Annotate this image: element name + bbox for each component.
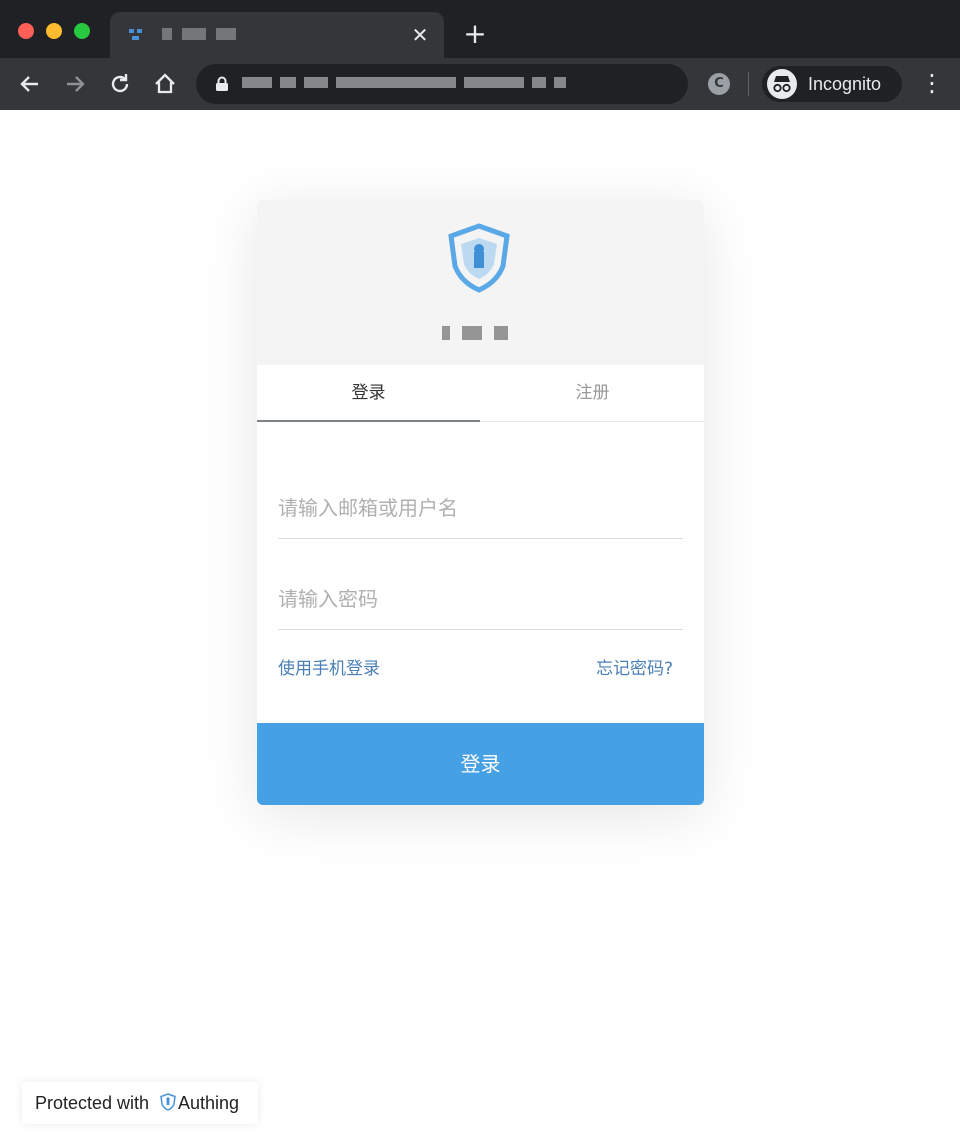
phone-login-link[interactable]: 使用手机登录 bbox=[278, 654, 380, 679]
authing-shield-icon bbox=[160, 1093, 176, 1111]
close-tab-icon[interactable]: ✕ bbox=[410, 25, 430, 45]
lock-icon bbox=[216, 76, 228, 91]
address-bar[interactable] bbox=[196, 64, 688, 104]
login-card: 登录 注册 使用手机登录 忘记密码? 登录 bbox=[257, 200, 704, 805]
close-window-button[interactable] bbox=[18, 23, 34, 39]
reload-button[interactable] bbox=[106, 70, 134, 98]
forward-button[interactable] bbox=[61, 70, 89, 98]
password-input[interactable] bbox=[278, 569, 683, 630]
new-tab-button[interactable]: + bbox=[462, 20, 488, 48]
login-button[interactable]: 登录 bbox=[257, 723, 704, 805]
home-button[interactable] bbox=[151, 70, 179, 98]
arrow-left-icon bbox=[20, 76, 38, 92]
badge-brand: Authing bbox=[178, 1093, 240, 1113]
incognito-label: Incognito bbox=[808, 74, 882, 94]
favicon-icon bbox=[129, 29, 142, 40]
extension-button[interactable]: C bbox=[708, 73, 730, 95]
home-icon bbox=[155, 73, 175, 94]
minimize-window-button[interactable] bbox=[46, 23, 62, 39]
tab-title-redacted bbox=[162, 28, 402, 42]
incognito-icon bbox=[767, 69, 797, 99]
arrow-right-icon bbox=[67, 76, 85, 92]
browser-tab[interactable]: ✕ bbox=[110, 12, 444, 58]
tab-login[interactable]: 登录 bbox=[257, 365, 480, 422]
toolbar-divider bbox=[748, 72, 749, 96]
shield-logo-icon bbox=[448, 223, 510, 293]
forgot-password-link[interactable]: 忘记密码? bbox=[596, 654, 673, 679]
username-input[interactable] bbox=[278, 478, 683, 539]
auth-tabs: 登录 注册 bbox=[257, 365, 704, 422]
incognito-indicator[interactable]: Incognito bbox=[762, 66, 902, 102]
url-redacted bbox=[242, 77, 672, 91]
protected-badge[interactable]: Protected with Authing bbox=[22, 1082, 258, 1124]
maximize-window-button[interactable] bbox=[74, 23, 90, 39]
browser-menu-button[interactable]: ⋮ bbox=[920, 71, 944, 96]
app-name-redacted bbox=[417, 326, 545, 346]
reload-icon bbox=[111, 74, 129, 93]
browser-chrome: ✕ + C Incognito ⋮ bbox=[0, 0, 960, 110]
back-button[interactable] bbox=[16, 70, 44, 98]
card-header bbox=[257, 200, 704, 365]
tab-register[interactable]: 注册 bbox=[481, 365, 704, 421]
badge-prefix: Protected with bbox=[35, 1093, 150, 1113]
